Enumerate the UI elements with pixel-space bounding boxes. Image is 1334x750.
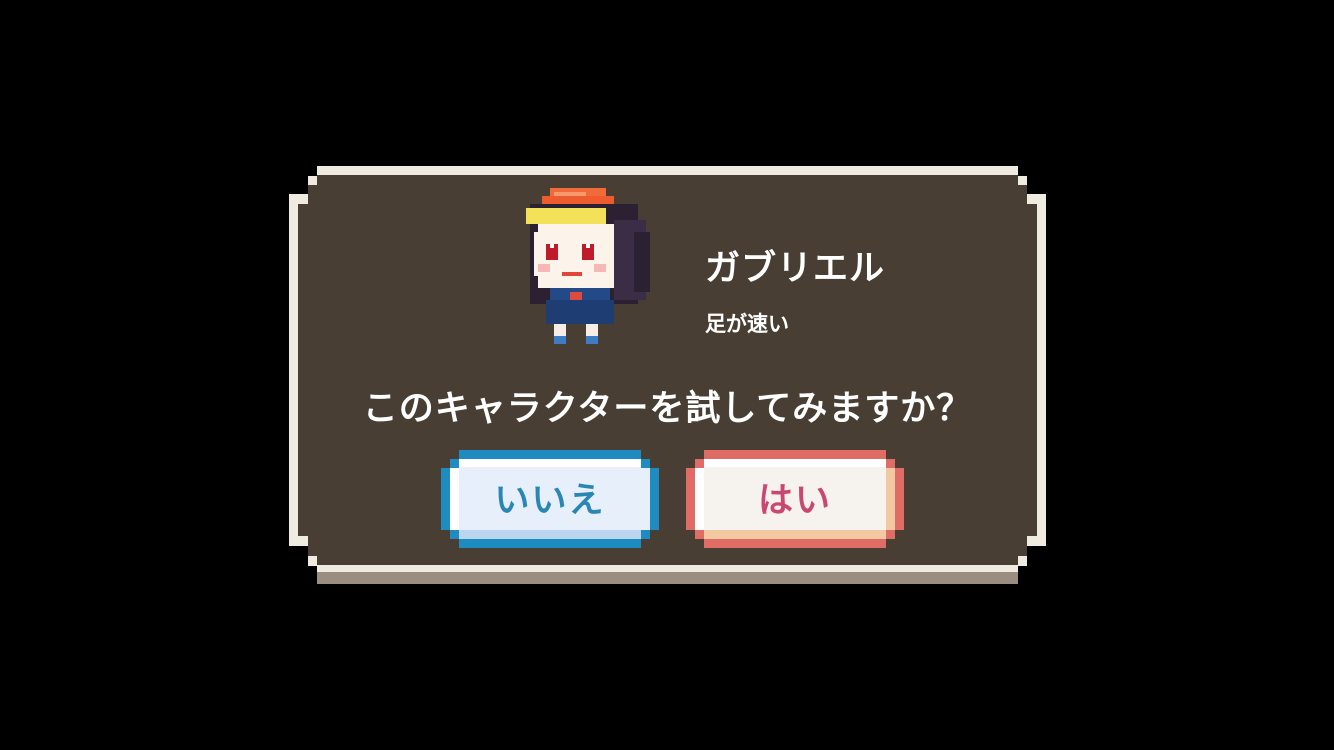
yes-button[interactable]: はい	[686, 450, 904, 548]
character-name: ガブリエル	[705, 249, 886, 289]
trial-question: このキャラクターを試してみますか？	[362, 389, 973, 429]
game-screen: ガブリエル 足が速い このキャラクターを試してみますか？ いいえ はい	[0, 0, 1334, 750]
character-trial-dialog: ガブリエル 足が速い このキャラクターを試してみますか？ いいえ はい	[289, 166, 1046, 584]
character-trait: 足が速い	[705, 312, 789, 336]
dialog-frame	[289, 166, 1046, 584]
yes-button-label: はい	[757, 481, 832, 521]
character-portrait	[526, 188, 650, 344]
no-button-label: いいえ	[494, 481, 606, 521]
no-button[interactable]: いいえ	[441, 450, 659, 548]
